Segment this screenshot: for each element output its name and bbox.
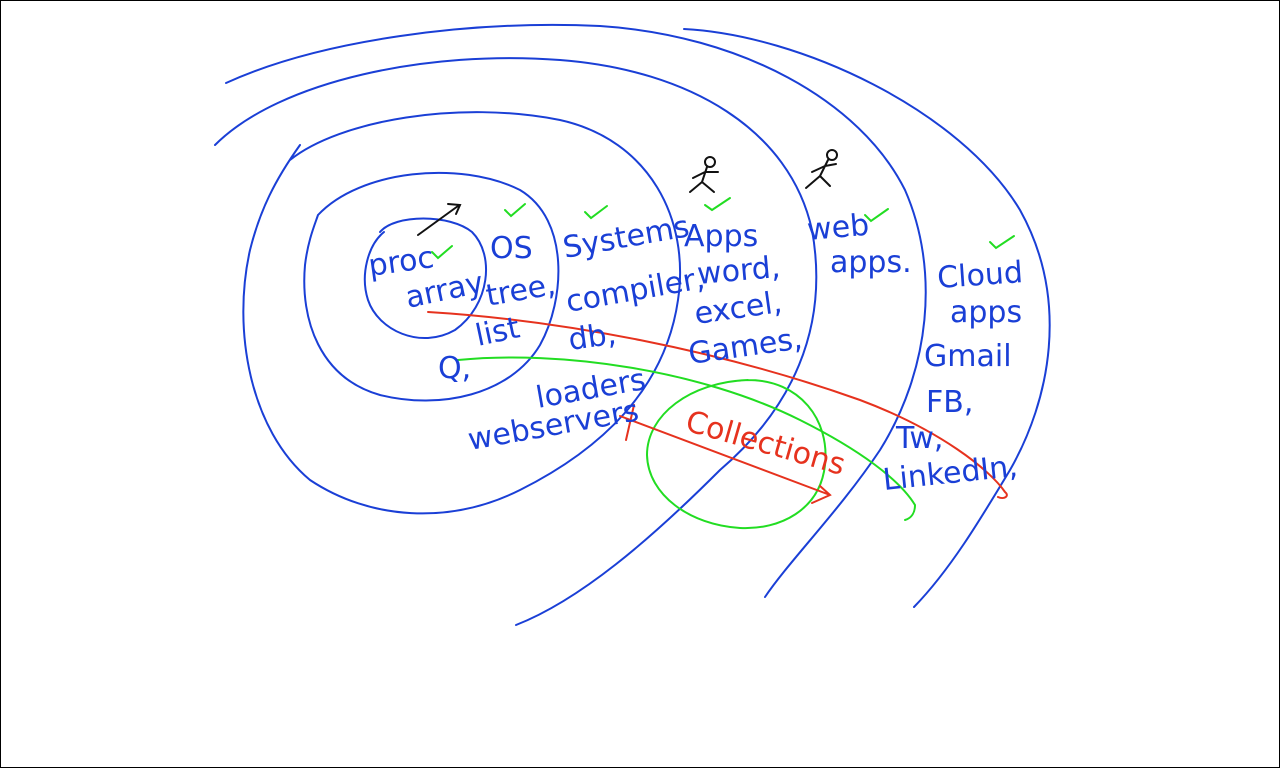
cloud-apps-label: apps xyxy=(950,295,1022,330)
check-icon xyxy=(704,197,731,212)
tree-label: tree, xyxy=(483,267,558,314)
web-apps-label: apps. xyxy=(830,245,912,280)
stick-figure-icon xyxy=(805,149,838,189)
db-label: db, xyxy=(566,317,618,358)
gmail-label: Gmail xyxy=(924,339,1012,374)
check-icon xyxy=(584,205,608,220)
check-icon xyxy=(431,245,453,260)
apps-label: Apps xyxy=(684,219,758,254)
check-icon xyxy=(989,235,1015,250)
fb-label: FB, xyxy=(926,385,973,420)
compiler-label: compiler, xyxy=(563,261,707,320)
diagram-canvas: proc array Q, OS tree, list Systems comp… xyxy=(214,23,1051,626)
cloud-label: Cloud xyxy=(936,255,1024,296)
layer-ring-systems xyxy=(242,111,682,515)
check-icon xyxy=(504,203,526,218)
stick-figure-icon xyxy=(689,156,719,193)
web-label: web xyxy=(806,208,871,248)
tw-label: Tw, xyxy=(895,421,943,456)
queue-label: Q, xyxy=(438,351,471,386)
systems-label: Systems xyxy=(560,209,692,266)
os-label: OS xyxy=(490,231,533,266)
